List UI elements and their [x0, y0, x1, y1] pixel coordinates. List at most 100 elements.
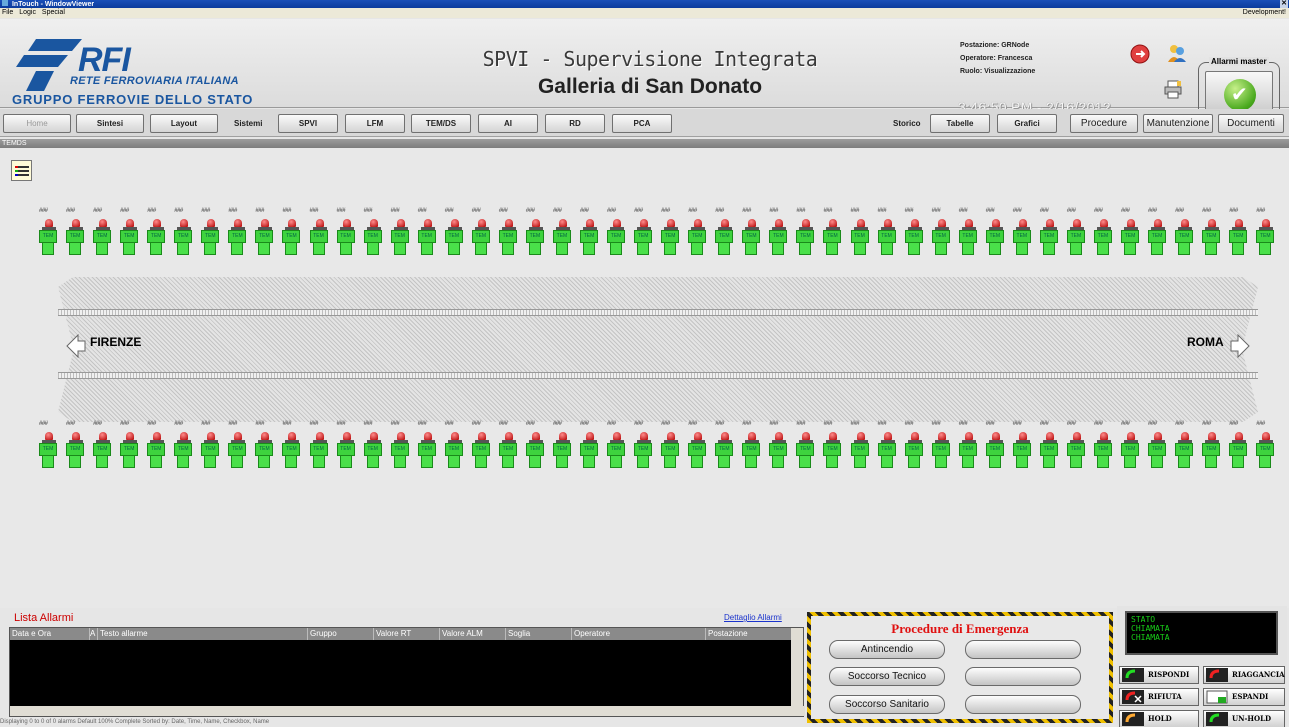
tem-unit-body — [1042, 243, 1055, 255]
nav-home[interactable]: Home — [3, 114, 71, 133]
alarm-table[interactable]: Data e Ora A Testo allarme Gruppo Valore… — [9, 627, 805, 717]
nav-lfm[interactable]: LFM — [345, 114, 405, 133]
alarm-table-header: Data e Ora A Testo allarme Gruppo Valore… — [10, 628, 792, 640]
menu-file[interactable]: File — [0, 8, 15, 18]
siren-icon — [829, 219, 838, 227]
btn-soccorso-sanitario[interactable]: Soccorso Sanitario — [829, 695, 945, 714]
tem-unit-label: TEM — [688, 230, 707, 243]
siren-icon — [1235, 432, 1244, 440]
siren-icon — [477, 432, 486, 440]
menu-special[interactable]: Special — [40, 8, 67, 18]
printer-icon[interactable] — [1163, 79, 1183, 99]
tem-unit-body — [637, 456, 650, 468]
col-valore-alm[interactable]: Valore ALM — [440, 628, 506, 640]
postazione: Postazione: GRNode — [960, 42, 1030, 49]
tem-unit-id: ### — [120, 421, 129, 427]
header: RFI RETE FERROVIARIA ITALIANA GRUPPO FER… — [0, 19, 1289, 121]
tem-unit-id: ### — [688, 208, 697, 214]
siren-icon — [1154, 432, 1163, 440]
menu-logic[interactable]: Logic — [17, 8, 38, 18]
nav-ai[interactable]: AI — [478, 114, 538, 133]
tem-unit-label: TEM — [552, 443, 571, 456]
siren-icon — [45, 219, 53, 227]
tem-unit-id: ### — [796, 208, 805, 214]
btn-procedure-empty-2[interactable] — [965, 667, 1081, 686]
tem-unit-body — [150, 456, 163, 468]
siren-icon — [1045, 432, 1054, 440]
users-icon[interactable] — [1167, 43, 1187, 63]
tem-unit-body — [339, 456, 352, 468]
siren-icon — [504, 432, 513, 440]
btn-espandi[interactable]: ESPANDI — [1203, 688, 1285, 706]
tem-unit-body — [231, 456, 244, 468]
nav-sintesi[interactable]: Sintesi — [76, 114, 144, 133]
btn-unhold[interactable]: UN-HOLD — [1203, 710, 1285, 727]
tem-unit-label: TEM — [444, 443, 463, 456]
btn-procedure-empty-1[interactable] — [965, 640, 1081, 659]
col-postazione[interactable]: Postazione — [706, 628, 792, 640]
tem-unit-label: TEM — [363, 443, 382, 456]
direction-roma: ROMA — [1187, 335, 1224, 349]
btn-procedure-empty-3[interactable] — [965, 695, 1081, 714]
col-soglia[interactable]: Soglia — [506, 628, 572, 640]
col-gruppo[interactable]: Gruppo — [308, 628, 374, 640]
tem-unit-label: TEM — [498, 443, 517, 456]
nav-spvi[interactable]: SPVI — [278, 114, 338, 133]
tem-unit-label: TEM — [282, 230, 301, 243]
btn-rispondi[interactable]: RISPONDI — [1119, 666, 1199, 684]
alarm-horizontal-scrollbar[interactable] — [10, 706, 805, 716]
tem-unit-id: ### — [985, 421, 995, 427]
btn-rifiuta[interactable]: RIFIUTA — [1119, 688, 1199, 706]
nav-documenti[interactable]: Documenti — [1218, 114, 1284, 133]
tem-unit-label: TEM — [931, 443, 950, 456]
tem-unit-label: TEM — [471, 443, 490, 456]
siren-icon — [1208, 432, 1217, 440]
col-data-ora[interactable]: Data e Ora — [10, 628, 90, 640]
tem-unit-id: ### — [823, 421, 832, 427]
tem-unit-id: ### — [1093, 421, 1103, 427]
btn-espandi-label: ESPANDI — [1232, 692, 1269, 701]
direction-firenze: FIRENZE — [90, 335, 142, 349]
siren-icon — [991, 432, 1000, 440]
nav-grafici[interactable]: Grafici — [997, 114, 1057, 133]
tem-unit-label: TEM — [498, 230, 517, 243]
procedures-title: Procedure di Emergenza — [891, 621, 1029, 636]
tem-unit-label: TEM — [877, 230, 896, 243]
tem-unit-id: ### — [471, 421, 481, 427]
siren-icon — [369, 432, 378, 440]
siren-icon — [504, 219, 513, 227]
tem-unit-body — [204, 456, 217, 468]
btn-antincendio[interactable]: Antincendio — [829, 640, 945, 659]
tem-unit-body — [447, 456, 460, 468]
alarm-vertical-scrollbar[interactable] — [791, 628, 803, 706]
legend-list-icon[interactable] — [11, 160, 32, 181]
nav-manutenzione[interactable]: Manutenzione — [1143, 114, 1213, 133]
tem-unit-id: ### — [336, 421, 346, 427]
nav-layout[interactable]: Layout — [150, 114, 218, 133]
btn-riaggancia[interactable]: RIAGGANCIA — [1203, 666, 1285, 684]
tem-unit-label: TEM — [850, 230, 869, 243]
tem-unit-id: ### — [1229, 208, 1238, 214]
logout-icon[interactable] — [1130, 44, 1150, 64]
tem-unit-id: ### — [66, 208, 75, 214]
nav-temds[interactable]: TEM/DS — [411, 114, 471, 133]
col-operatore[interactable]: Operatore — [572, 628, 706, 640]
siren-icon — [721, 219, 730, 227]
alarm-list-title: Lista Allarmi — [14, 612, 74, 624]
btn-hold[interactable]: HOLD — [1119, 710, 1199, 727]
btn-soccorso-tecnico[interactable]: Soccorso Tecnico — [829, 667, 945, 686]
nav-pca[interactable]: PCA — [612, 114, 672, 133]
col-testo[interactable]: Testo allarme — [98, 628, 308, 640]
nav-tabelle[interactable]: Tabelle — [930, 114, 990, 133]
siren-icon — [1262, 432, 1271, 440]
tem-unit-id: ### — [174, 208, 183, 214]
close-icon[interactable]: ✕ — [1280, 0, 1288, 8]
tem-unit-id: ### — [661, 208, 670, 214]
siren-icon — [180, 219, 189, 227]
tem-unit-id: ### — [1121, 421, 1130, 427]
alarm-detail-link[interactable]: Dettaglio Allarmi — [724, 613, 782, 622]
col-valore-rt[interactable]: Valore RT — [374, 628, 440, 640]
nav-procedure[interactable]: Procedure — [1070, 114, 1138, 133]
nav-rd[interactable]: RD — [545, 114, 605, 133]
tem-unit-id: ### — [471, 208, 481, 214]
